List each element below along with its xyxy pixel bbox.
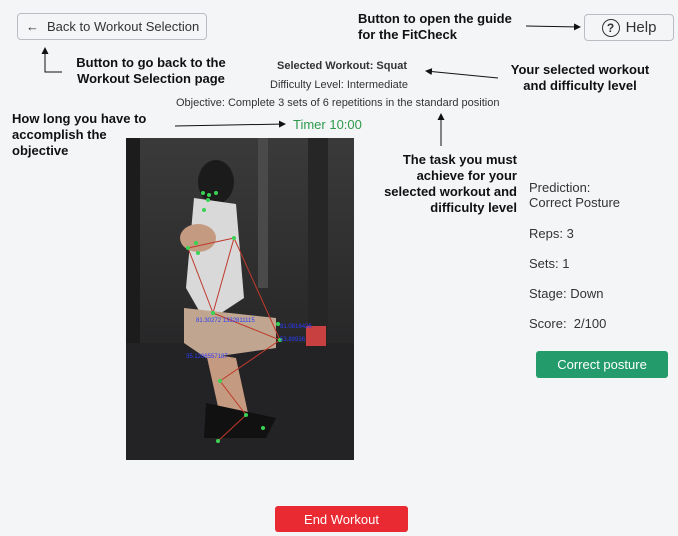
arrow-to-back — [41, 47, 62, 73]
annotation-arrows — [41, 23, 581, 146]
arrow-to-help — [525, 23, 581, 31]
arrow-to-timer — [174, 120, 286, 128]
arrow-to-workout — [425, 68, 499, 79]
